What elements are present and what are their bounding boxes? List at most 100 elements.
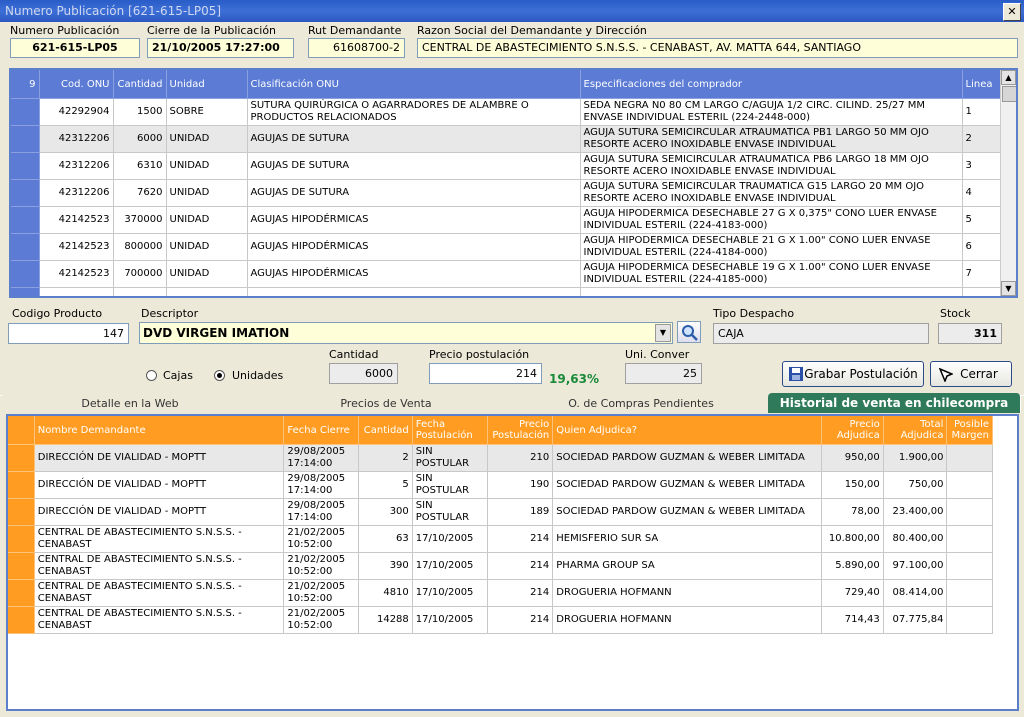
grid1-cell: 4 [962, 179, 1002, 207]
grid2-column-header[interactable]: Fecha Cierre [283, 416, 360, 445]
grid1-cell: 2 [962, 125, 1002, 153]
uni-conver-label: Uni. Conver [625, 348, 690, 361]
grid1-cell: 7 [962, 260, 1002, 288]
grid2-row[interactable]: CENTRAL DE ABASTECIMIENTO S.N.S.S. - CEN… [8, 552, 993, 580]
grid2-cell: 5.890,00 [821, 552, 884, 580]
row-selector[interactable] [11, 287, 40, 296]
grid2-cell [946, 471, 993, 499]
grid2-cell: 950,00 [821, 444, 884, 472]
grid2-column-header[interactable]: Posible Margen [946, 416, 993, 445]
tab-precios-venta[interactable]: Precios de Venta [258, 395, 515, 413]
grid1-row[interactable]: 42292904 1500 SOBRE SUTURA QUIRÚRGICA O AGA… [11, 98, 1002, 126]
num-publicacion-field[interactable]: 621-615-LP05 [10, 38, 140, 58]
row-selector[interactable] [8, 498, 35, 526]
grid2-column-header[interactable]: Precio Adjudica [821, 416, 884, 445]
tab-detalle-web[interactable]: Detalle en la Web [2, 395, 259, 413]
grid1-header-row: 9 Cod. ONU Cantidad Unidad Clasificación ONU… [11, 70, 1002, 99]
row-selector[interactable] [8, 525, 35, 553]
grid2-row[interactable]: DIRECCIÓN DE VIALIDAD - MOPTT 29/08/2005 … [8, 471, 993, 499]
grabar-label: Grabar Postulación [804, 367, 918, 381]
grid1-column-header[interactable]: Clasificación ONU [247, 70, 581, 99]
grid1-cell: JERINGA DESECHABLE PUNTA LUER LOCK CON A… [580, 287, 963, 296]
chevron-down-icon[interactable]: ▼ [655, 324, 671, 342]
grid2-cell: 214 [487, 552, 554, 580]
grid2-column-header[interactable]: Quien Adjudica? [552, 416, 823, 445]
row-selector[interactable] [8, 471, 35, 499]
row-selector[interactable] [11, 98, 40, 126]
grid1-column-header[interactable]: Linea [962, 70, 1002, 99]
stock-field[interactable]: 311 [938, 323, 1002, 344]
scroll-down-button[interactable]: ▼ [1001, 281, 1016, 296]
grid2-row[interactable]: DIRECCIÓN DE VIALIDAD - MOPTT 29/08/2005 … [8, 444, 993, 472]
row-selector[interactable] [11, 233, 40, 261]
grid2-column-header[interactable]: Nombre Demandante [34, 416, 285, 445]
close-window-button[interactable]: ✕ [1003, 3, 1021, 21]
cajas-radio[interactable] [146, 370, 157, 381]
grid1-row[interactable]: 42142523 370000 UNIDAD AGUJAS HIPODÉRMICAS A… [11, 206, 1002, 234]
uni-conver-field[interactable]: 25 [625, 363, 702, 384]
razon-field[interactable]: CENTRAL DE ABASTECIMIENTO S.N.S.S. - CEN… [417, 38, 1018, 58]
codigo-producto-input[interactable]: 147 [8, 323, 129, 344]
grid1-cell: AGUJA HIPODERMICA DESECHABLE 19 G X 1.00… [580, 260, 963, 288]
unidades-radio[interactable] [214, 370, 225, 381]
precio-postulacion-input[interactable]: 214 [429, 363, 542, 384]
grid1-column-header[interactable]: 9 [11, 70, 40, 99]
grid1-scrollbar[interactable]: ▲ ▼ [1000, 70, 1016, 296]
grid1-column-header[interactable]: Unidad [166, 70, 248, 99]
grid1-row[interactable]: 42312206 6000 UNIDAD AGUJAS DE SUTURA AGUJA … [11, 125, 1002, 153]
grid2-row[interactable]: DIRECCIÓN DE VIALIDAD - MOPTT 29/08/2005 … [8, 498, 993, 526]
grid1-cell: 370000 [113, 206, 167, 234]
row-selector[interactable] [11, 179, 40, 207]
grid1-cell: AGUJAS DE SUTURA [247, 152, 581, 180]
grabar-postulacion-button[interactable]: Grabar Postulación [782, 361, 924, 387]
row-selector[interactable] [11, 206, 40, 234]
descriptor-select[interactable]: DVD VIRGEN IMATION ▼ [139, 322, 673, 344]
sales-history-grid[interactable]: Nombre Demandante Fecha Cierre Cantidad Fec… [6, 414, 1019, 711]
row-selector[interactable] [8, 606, 35, 634]
cantidad-field[interactable]: 6000 [329, 363, 398, 384]
tab-historial-venta[interactable]: Historial de venta en chilecompra [768, 393, 1021, 413]
grid1-row[interactable]: JERINGA DESECHABLE PUNTA LUER LOCK CON A… [11, 287, 1002, 296]
tipo-despacho-field[interactable]: CAJA [713, 323, 929, 344]
publication-items-grid[interactable]: 9 Cod. ONU Cantidad Unidad Clasificación ONU… [9, 68, 1018, 298]
rut-field[interactable]: 61608700-2 [308, 38, 405, 58]
grid1-cell: AGUJAS HIPODÉRMICAS [247, 260, 581, 288]
grid2-row[interactable]: CENTRAL DE ABASTECIMIENTO S.N.S.S. - CEN… [8, 606, 993, 634]
grid2-column-header[interactable]: Fecha Postulación [412, 416, 488, 445]
scroll-thumb[interactable] [1002, 86, 1016, 102]
row-selector[interactable] [11, 125, 40, 153]
grid1-column-header[interactable]: Cod. ONU [39, 70, 114, 99]
grid2-column-header[interactable]: Precio Postulación [487, 416, 554, 445]
grid2-cell: 10.800,00 [821, 525, 884, 553]
row-selector[interactable] [11, 260, 40, 288]
grid2-row[interactable]: CENTRAL DE ABASTECIMIENTO S.N.S.S. - CEN… [8, 525, 993, 553]
grid1-row[interactable]: 42312206 7620 UNIDAD AGUJAS DE SUTURA AGUJA … [11, 179, 1002, 207]
row-selector[interactable] [8, 444, 35, 472]
grid2-column-header[interactable]: Cantidad [358, 416, 413, 445]
grid1-cell: 42142523 [39, 260, 114, 288]
grid1-cell: UNIDAD [166, 152, 248, 180]
row-selector[interactable] [8, 579, 35, 607]
row-selector[interactable] [11, 152, 40, 180]
grid2-cell: 63 [358, 525, 413, 553]
grid1-cell: 42312206 [39, 152, 114, 180]
grid1-row[interactable]: 42142523 700000 UNIDAD AGUJAS HIPODÉRMICAS A… [11, 260, 1002, 288]
cerrar-button[interactable]: Cerrar [930, 361, 1012, 387]
grid2-cell: 214 [487, 579, 554, 607]
grid2-column-header[interactable]: Total Adjudica [883, 416, 948, 445]
grid2-cell: 300 [358, 498, 413, 526]
grid1-row[interactable]: 42312206 6310 UNIDAD AGUJAS DE SUTURA AGUJA … [11, 152, 1002, 180]
rut-label: Rut Demandante [308, 24, 402, 37]
search-button[interactable] [677, 321, 701, 343]
grid1-column-header[interactable]: Cantidad [113, 70, 167, 99]
row-selector[interactable] [8, 552, 35, 580]
grid1-cell: 8 [962, 287, 1002, 296]
cierre-field[interactable]: 21/10/2005 17:27:00 [147, 38, 294, 58]
grid1-column-header[interactable]: Especificaciones del comprador [580, 70, 963, 99]
grid1-cell: AGUJAS HIPODÉRMICAS [247, 206, 581, 234]
grid2-row[interactable]: CENTRAL DE ABASTECIMIENTO S.N.S.S. - CEN… [8, 579, 993, 607]
scroll-up-button[interactable]: ▲ [1001, 70, 1016, 85]
tab-ordenes-compra[interactable]: O. de Compras Pendientes [514, 395, 769, 413]
grid2-cell: 08.414,00 [883, 579, 948, 607]
grid1-row[interactable]: 42142523 800000 UNIDAD AGUJAS HIPODÉRMICAS A… [11, 233, 1002, 261]
